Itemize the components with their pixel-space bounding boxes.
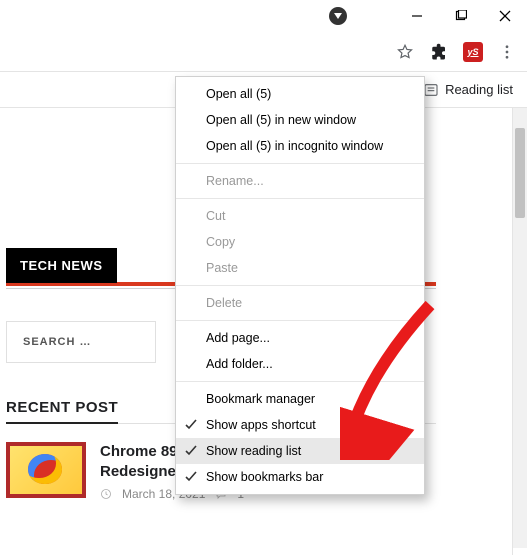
reading-list-button[interactable]: Reading list bbox=[445, 82, 513, 97]
maximize-button[interactable] bbox=[439, 0, 483, 32]
menu-delete[interactable]: Delete bbox=[176, 290, 424, 316]
clock-icon bbox=[100, 488, 112, 500]
menu-add-folder[interactable]: Add folder... bbox=[176, 351, 424, 377]
menu-show-apps[interactable]: Show apps shortcut bbox=[176, 412, 424, 438]
menu-paste[interactable]: Paste bbox=[176, 255, 424, 281]
section-header-recent-post: RECENT POST bbox=[6, 399, 118, 424]
recording-indicator-icon bbox=[329, 7, 347, 25]
browser-toolbar: yS bbox=[0, 32, 527, 72]
checkmark-icon bbox=[185, 419, 197, 431]
menu-add-page[interactable]: Add page... bbox=[176, 325, 424, 351]
menu-open-all-incognito[interactable]: Open all (5) in incognito window bbox=[176, 133, 424, 159]
menu-copy[interactable]: Copy bbox=[176, 229, 424, 255]
menu-bookmark-manager[interactable]: Bookmark manager bbox=[176, 386, 424, 412]
star-icon[interactable] bbox=[395, 42, 415, 62]
extension-ys-icon[interactable]: yS bbox=[463, 42, 483, 62]
menu-open-all-new-window[interactable]: Open all (5) in new window bbox=[176, 107, 424, 133]
window-titlebar bbox=[0, 0, 527, 32]
checkmark-icon bbox=[185, 471, 197, 483]
scrollbar-thumb[interactable] bbox=[515, 128, 525, 218]
post-thumbnail bbox=[6, 442, 86, 498]
extensions-icon[interactable] bbox=[429, 42, 449, 62]
search-input[interactable]: SEARCH … bbox=[6, 321, 156, 363]
menu-cut[interactable]: Cut bbox=[176, 203, 424, 229]
checkmark-icon bbox=[185, 445, 197, 457]
menu-show-bookmarks-bar[interactable]: Show bookmarks bar bbox=[176, 464, 424, 490]
menu-open-all[interactable]: Open all (5) bbox=[176, 81, 424, 107]
section-header-tech-news: TECH NEWS bbox=[6, 248, 117, 283]
menu-icon[interactable] bbox=[497, 42, 517, 62]
context-menu: Open all (5) Open all (5) in new window … bbox=[175, 76, 425, 495]
menu-show-reading-list[interactable]: Show reading list bbox=[176, 438, 424, 464]
close-button[interactable] bbox=[483, 0, 527, 32]
scrollbar[interactable] bbox=[513, 108, 527, 548]
reading-list-icon bbox=[423, 82, 439, 98]
menu-rename[interactable]: Rename... bbox=[176, 168, 424, 194]
minimize-button[interactable] bbox=[395, 0, 439, 32]
